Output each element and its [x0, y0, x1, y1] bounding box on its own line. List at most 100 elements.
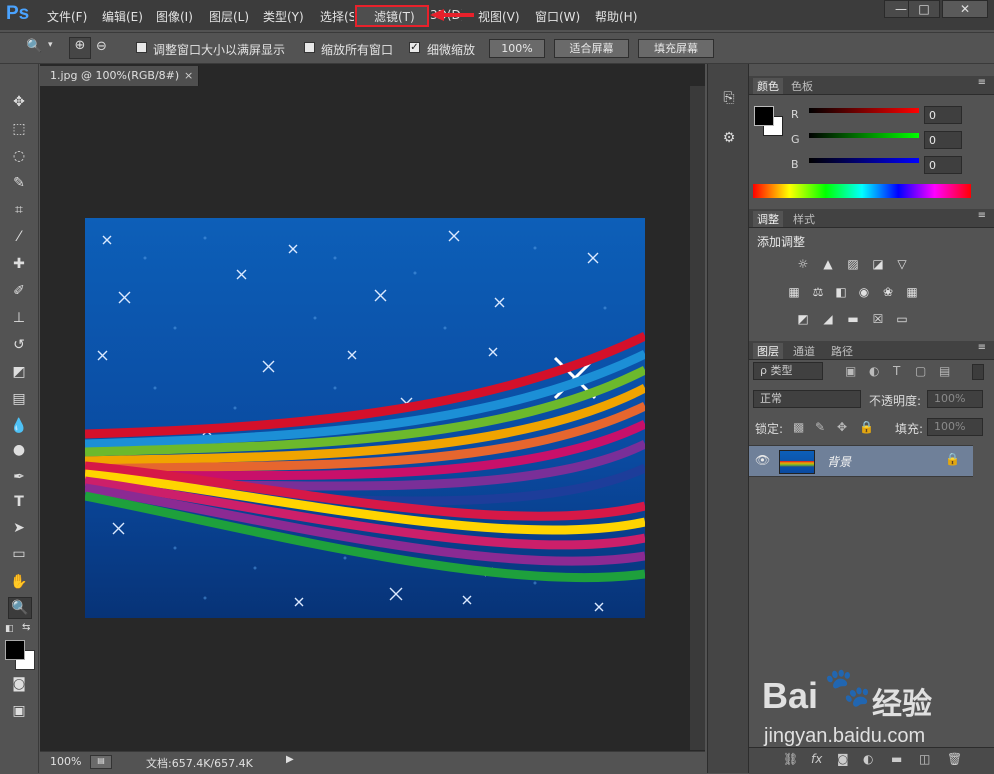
eraser-tool-icon[interactable]: ◩	[8, 362, 30, 382]
brightness-icon[interactable]: ☼	[795, 257, 811, 271]
levels-icon[interactable]: ▲	[820, 257, 836, 271]
invert-icon[interactable]: ◩	[795, 312, 811, 326]
resize-windows-checkbox[interactable]	[136, 42, 147, 53]
panel-menu-icon[interactable]: ≡	[978, 342, 986, 353]
marquee-tool-icon[interactable]: ⬚	[8, 119, 30, 139]
zoom-tool-icon[interactable]: 🔍	[8, 597, 32, 619]
lock-image-icon[interactable]: ✎	[815, 420, 825, 434]
menu-image[interactable]: 图像(I)	[156, 8, 193, 25]
foreground-color-swatch[interactable]	[5, 640, 25, 660]
exposure-icon[interactable]: ◪	[870, 257, 886, 271]
panel-menu-icon[interactable]: ≡	[978, 77, 986, 88]
pen-tool-icon[interactable]: ✒	[8, 467, 30, 487]
vibrance-icon[interactable]: ▽	[894, 257, 910, 271]
swap-colors-icon[interactable]: ⇆	[22, 622, 30, 633]
menu-view[interactable]: 视图(V)	[478, 8, 520, 25]
menu-select[interactable]: 选择(S)	[320, 8, 354, 25]
photo-filter-icon[interactable]: ◉	[856, 285, 872, 299]
menu-filter[interactable]: 滤镜(T)	[374, 8, 415, 25]
foreground-color-swatch-panel[interactable]	[754, 106, 774, 126]
blend-mode-select[interactable]: 正常	[753, 390, 861, 408]
curves-icon[interactable]: ▨	[845, 257, 861, 271]
hand-tool-icon[interactable]: ✋	[8, 572, 30, 592]
color-lookup-icon[interactable]: ▦	[904, 285, 920, 299]
status-icon[interactable]: ▤	[90, 755, 112, 769]
crop-tool-icon[interactable]: ⌗	[8, 200, 30, 220]
red-slider[interactable]	[809, 108, 919, 113]
zoom-level[interactable]: 100%	[50, 755, 81, 768]
panel-menu-icon[interactable]: ≡	[978, 210, 986, 221]
zoom-all-windows-checkbox[interactable]	[304, 42, 315, 53]
gradient-tool-icon[interactable]: ▤	[8, 389, 30, 409]
posterize-icon[interactable]: ◢	[820, 312, 836, 326]
layer-row-background[interactable]: 👁 背景 🔒	[749, 445, 973, 477]
vertical-scrollbar[interactable]	[690, 86, 705, 750]
color-spectrum-ramp[interactable]	[753, 184, 971, 198]
tab-styles[interactable]: 样式	[789, 211, 819, 227]
maximize-button[interactable]: □	[908, 0, 940, 18]
type-tool-icon[interactable]: T	[8, 492, 30, 512]
filter-pixel-icon[interactable]: ▣	[845, 364, 856, 378]
green-value[interactable]: 0	[924, 131, 962, 149]
menu-file[interactable]: 文件(F)	[47, 8, 87, 25]
red-value[interactable]: 0	[924, 106, 962, 124]
filter-smart-object-icon[interactable]: ▤	[939, 364, 950, 378]
selective-color-icon[interactable]: ☒	[870, 312, 886, 326]
clone-stamp-tool-icon[interactable]: ⊥	[8, 308, 30, 328]
properties-panel-icon[interactable]: ⚙	[719, 130, 739, 150]
lock-transparent-icon[interactable]: ▩	[793, 420, 804, 434]
history-panel-icon[interactable]: ⎘	[719, 90, 739, 110]
document-canvas-image[interactable]	[85, 218, 645, 618]
filter-adjustment-icon[interactable]: ◐	[869, 364, 879, 378]
lock-all-icon[interactable]: 🔒	[859, 420, 874, 434]
history-brush-tool-icon[interactable]: ↺	[8, 335, 30, 355]
document-tab[interactable]: 1.jpg @ 100%(RGB/8#) ×	[40, 66, 199, 86]
lasso-tool-icon[interactable]: ◌	[8, 146, 30, 166]
color-balance-icon[interactable]: ⚖	[810, 285, 826, 299]
chevron-down-icon[interactable]: ▾	[48, 40, 53, 50]
default-colors-icon[interactable]: ◧	[5, 624, 14, 634]
menu-edit[interactable]: 编辑(E)	[102, 8, 143, 25]
tab-swatches[interactable]: 色板	[787, 78, 817, 94]
menu-layer[interactable]: 图层(L)	[209, 8, 249, 25]
tab-color[interactable]: 颜色	[753, 78, 783, 94]
dodge-tool-icon[interactable]: ●	[8, 440, 30, 460]
blue-slider[interactable]	[809, 158, 919, 163]
zoom-in-icon[interactable]: ⊕	[69, 37, 91, 59]
brush-tool-icon[interactable]: ✐	[8, 281, 30, 301]
opacity-field[interactable]: 100%	[927, 390, 983, 408]
status-menu-arrow-icon[interactable]: ▶	[286, 754, 294, 765]
fit-screen-button[interactable]: 适合屏幕	[554, 39, 629, 58]
green-slider[interactable]	[809, 133, 919, 138]
layer-filter-type[interactable]: ρ 类型	[753, 362, 823, 380]
tab-adjustments[interactable]: 调整	[753, 211, 783, 227]
layer-name[interactable]: 背景	[827, 453, 851, 470]
threshold-icon[interactable]: ▬	[845, 312, 861, 326]
zoom-out-icon[interactable]: ⊖	[96, 39, 107, 54]
blue-value[interactable]: 0	[924, 156, 962, 174]
channel-mixer-icon[interactable]: ❀	[880, 285, 896, 299]
screen-mode-icon[interactable]: ▣	[8, 701, 30, 721]
tab-channels[interactable]: 通道	[789, 343, 819, 359]
zoom-100-button[interactable]: 100%	[489, 39, 545, 58]
path-select-tool-icon[interactable]: ➤	[8, 518, 30, 538]
menu-type[interactable]: 类型(Y)	[263, 8, 304, 25]
menu-help[interactable]: 帮助(H)	[595, 8, 637, 25]
healing-brush-tool-icon[interactable]: ✚	[8, 254, 30, 274]
quick-select-tool-icon[interactable]: ✎	[8, 173, 30, 193]
tab-paths[interactable]: 路径	[827, 343, 857, 359]
blur-tool-icon[interactable]: 💧	[8, 416, 30, 436]
filter-shape-icon[interactable]: ▢	[915, 364, 926, 378]
move-tool-icon[interactable]: ✥	[8, 92, 30, 112]
lock-position-icon[interactable]: ✥	[837, 420, 847, 434]
zoom-tool-preset-icon[interactable]: 🔍	[26, 39, 42, 54]
filter-toggle-switch[interactable]	[972, 364, 984, 380]
menu-window[interactable]: 窗口(W)	[535, 8, 580, 25]
scrubby-zoom-checkbox[interactable]: ✓	[409, 42, 420, 53]
close-window-button[interactable]: ✕	[942, 0, 988, 18]
shape-tool-icon[interactable]: ▭	[8, 544, 30, 564]
tab-layers[interactable]: 图层	[753, 343, 783, 359]
hue-saturation-icon[interactable]: ▦	[786, 285, 802, 299]
visibility-eye-icon[interactable]: 👁	[755, 453, 770, 467]
eyedropper-tool-icon[interactable]: ⁄	[8, 227, 30, 247]
